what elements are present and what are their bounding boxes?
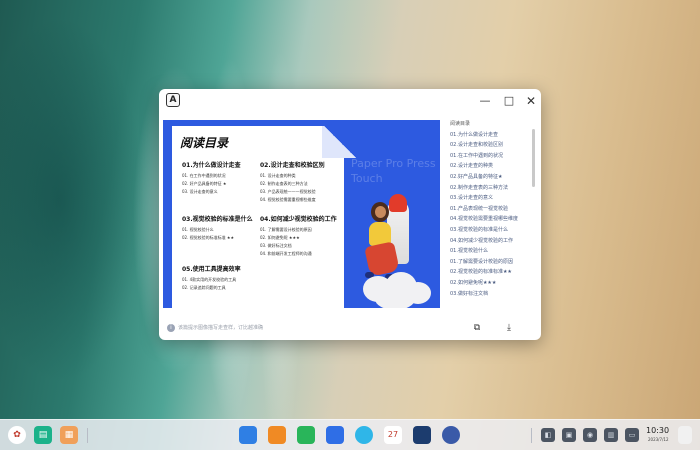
section-heading: 01.为什么做设计走查 [182,162,241,169]
toc-section-3: 03.视觉校验的标准是什么 01. 视觉校验什么 02. 视觉校验的标准标准 ★… [182,214,264,242]
toc-list-item[interactable]: 01.视觉校验什么 [445,246,541,257]
dock-separator [531,428,532,443]
toc-list-item[interactable]: 04.如何减少视觉校验的工作 [445,236,541,247]
toc-list-item[interactable]: 01.产品表现统一视觉校验 [445,204,541,215]
toc-list-item[interactable]: 03.设计走查的意义 [445,193,541,204]
girl-on-rocket-illustration [355,180,435,308]
toc-list-item[interactable]: 02.如何避免呢★★★ [445,278,541,289]
music-icon[interactable] [268,426,286,444]
section-item: 03. 设计走查的意义 [182,189,218,194]
cloud-shape [375,288,415,308]
section-heading: 04.如何减少视觉校验的工作 [260,216,337,223]
section-item: 04. 和前端开发工程师的沟通 [260,251,312,256]
copy-icon[interactable]: ⧉ [470,321,484,335]
reader-window: A — □ ✕ Paper Pro Press Touch 阅读目录 01.为什… [159,89,541,340]
app-store-icon[interactable]: ▦ [60,426,78,444]
clock-time[interactable]: 10:30 [646,426,669,435]
section-item: 02. 如何避免呢 ★★★ [260,235,300,240]
media-player-icon[interactable] [297,426,315,444]
browser-icon[interactable] [355,426,373,444]
info-icon: i [167,324,175,332]
toc-list-item[interactable]: 01.为什么做设计走查 [445,130,541,141]
document-preview[interactable]: Paper Pro Press Touch 阅读目录 01.为什么做设计走查 0… [163,120,440,308]
section-item: 03. 做好标注文档 [260,243,292,248]
section-heading: 03.视觉校验的标准是什么 [182,216,253,223]
toc-list-item[interactable]: 04.视觉校验需要重视哪些维度 [445,214,541,225]
file-manager-icon[interactable] [239,426,257,444]
section-item: 01. 视觉校验什么 [182,227,214,232]
minimize-button[interactable]: — [477,93,493,109]
section-item: 02. 视觉校验的标准标准 ★★ [182,235,235,240]
toc-section-5: 05.使用工具提高效率 01. 4款实用的开发校验的工具 02. 记录追踪问题的… [182,264,264,292]
toc-list-item[interactable]: 03.做好标注文档 [445,289,541,300]
text-editor-icon[interactable] [413,426,431,444]
battery-icon[interactable]: ▭ [625,428,639,442]
keyboard-icon[interactable]: ▣ [562,428,576,442]
section-item: 02. 记录追踪问题的工具 [182,285,226,290]
multitask-view-icon[interactable]: ▤ [34,426,52,444]
section-item: 01. 在工作中遇到的状况 [182,173,226,178]
status-hint-text: 该篇提示图像描写走查样，订比越准确 [178,325,264,331]
section-item: 03. 产品表现统一——视觉校验 [260,189,316,194]
window-titlebar[interactable]: A — □ ✕ [159,89,541,113]
section-heading: 02.设计走查和校验区别 [260,162,325,169]
toc-list-item[interactable]: 02.好产品具备的特征★ [445,172,541,183]
toc-list-item[interactable]: 02.视觉校验的标准标准★★ [445,267,541,278]
settings-icon[interactable] [442,426,460,444]
girl-face-shape [375,206,386,218]
clock-date: 2023/7/12 [648,437,669,442]
toc-section-1: 01.为什么做设计走查 01. 在工作中遇到的状况 02. 好产品具备的特征 ★… [182,160,264,196]
section-item: 01. 设计走查的种类 [260,173,296,178]
section-heading: 05.使用工具提高效率 [182,266,241,273]
toc-section-2: 02.设计走查和校验区别 01. 设计走查的种类 02. 制作走查表的三种方法 … [260,160,342,204]
section-item: 01. 了解需要设计校验的原因 [260,227,312,232]
taskbar-dock: ✿ ▤ ▦ 27 ◧ ▣ ◉ ▥ ▭ 10:30 2023/7/12 [0,419,700,450]
rocket-cap-shape [389,194,407,212]
section-item: 04. 视觉校验需要重视哪些维度 [260,197,316,202]
page-fold-corner [322,126,358,158]
download-icon[interactable]: ⤓ [502,321,516,335]
volume-icon[interactable]: ◧ [541,428,555,442]
section-item: 01. 4款实用的开发校验的工具 [182,277,237,282]
toc-list-item[interactable]: 02.设计走查和校验区别 [445,140,541,151]
document-page: 阅读目录 01.为什么做设计走查 01. 在工作中遇到的状况 02. 好产品具备… [172,126,358,308]
network-icon[interactable]: ◉ [583,428,597,442]
toc-list-item[interactable]: 01.了解需要设计校验的原因 [445,257,541,268]
toc-list-item[interactable]: 02.制作走查表的三种方法 [445,183,541,194]
document-title: 阅读目录 [180,136,229,150]
security-center-icon[interactable] [326,426,344,444]
section-item: 02. 制作走查表的三种方法 [260,181,308,186]
app-logo-icon: A [166,93,180,107]
toc-list-item[interactable]: 02.设计走查的种类 [445,161,541,172]
section-item: 02. 好产品具备的特征 ★ [182,181,227,186]
calendar-icon[interactable]: 27 [384,426,402,444]
launcher-icon[interactable]: ✿ [8,426,26,444]
window-status-bar: i 该篇提示图像描写走查样，订比越准确 ⧉ ⤓ [159,317,541,340]
dock-separator [87,428,88,443]
close-button[interactable]: ✕ [523,93,539,109]
toc-list-item[interactable]: 03.视觉校验的标准是什么 [445,225,541,236]
trash-icon[interactable] [678,426,692,444]
screen-record-icon[interactable]: ▥ [604,428,618,442]
toc-scrollbar[interactable] [532,129,535,187]
maximize-button[interactable]: □ [501,93,517,109]
toc-list-item[interactable]: 阅读目录 [445,119,541,130]
toc-list-item[interactable]: 01.在工作中遇到的状况 [445,151,541,162]
table-of-contents-panel[interactable]: 阅读目录 01.为什么做设计走查 02.设计走查和校验区别 01.在工作中遇到的… [445,119,541,315]
toc-section-4: 04.如何减少视觉校验的工作 01. 了解需要设计校验的原因 02. 如何避免呢… [260,214,342,258]
